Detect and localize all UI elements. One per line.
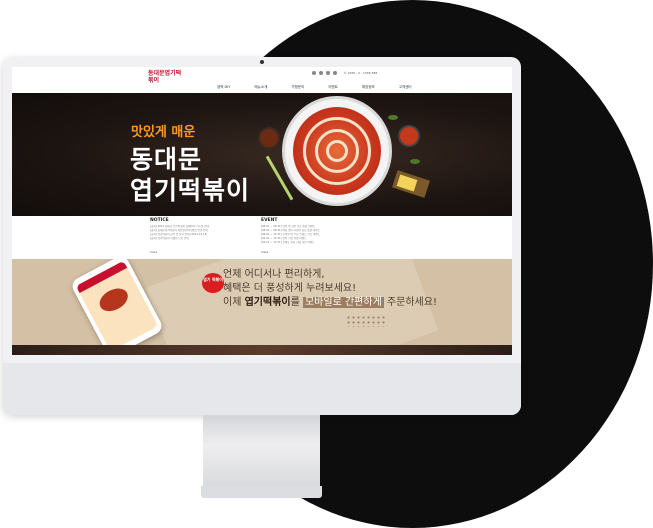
mobile-line1: 언제 어디서나 편리하게,	[223, 269, 325, 280]
banner-title-line2: 엽기떡볶이	[130, 176, 251, 205]
hero-banner: 맛있게 매운 동대문 엽기떡볶이	[12, 93, 512, 216]
notice-item[interactable]: [공지] 엽기떡볶이 가맹점 모집 안내	[150, 237, 258, 241]
event-more-link[interactable]: more	[261, 250, 268, 254]
tteokbokki-bowl-image	[285, 99, 389, 203]
notice-heading: NOTICE	[150, 218, 169, 223]
site-header: 동대문엽기떡볶이 ✆ 1588 - 0 - 1588 888 엽떡 DIY 메뉴…	[12, 67, 512, 93]
camera-icon	[260, 60, 264, 64]
notice-panel: NOTICE [공지] 2021 동대문 엽기떡볶이 홈페이지 리뉴얼 안내 […	[150, 218, 258, 241]
leaf-icon	[388, 115, 398, 120]
blog-icon[interactable]	[326, 71, 330, 75]
facebook-icon[interactable]	[312, 71, 316, 75]
banner-subtitle: 맛있게 매운	[131, 125, 196, 140]
nav-item-menu[interactable]: 메뉴소개	[254, 85, 267, 90]
monitor-stand	[203, 415, 320, 490]
bottom-banner-strip	[12, 345, 512, 355]
mobile-order-section: 엽기 떡볶이 언제 어디서나 편리하게, 혜택은 더 풍성하게 누려보세요! 이…	[12, 259, 512, 345]
mobile-highlight: 모바일로 간편하게	[302, 297, 384, 308]
event-item[interactable]: [05.01 ~ 12.31] 신메뉴 출시 기념 할인 이벤트	[261, 241, 369, 245]
board-section: NOTICE [공지] 2021 동대문 엽기떡볶이 홈페이지 리뉴얼 안내 […	[12, 216, 512, 259]
monitor-chin	[3, 363, 521, 415]
event-panel: EVENT [08.01 ~ 10.31] 엽떡 앱 할인 쿠폰 증정 이벤트 …	[261, 218, 369, 245]
utility-bar: ✆ 1588 - 0 - 1588 888	[312, 71, 377, 75]
chili-sauce-image	[400, 127, 418, 145]
mobile-line2: 혜택은 더 풍성하게 누려보세요!	[223, 283, 357, 294]
brand-name: 엽기떡볶이	[244, 297, 291, 308]
nav-item-diy[interactable]: 엽떡 DIY	[217, 85, 230, 90]
tel-number: ✆ 1588 - 0 - 1588 888	[344, 71, 378, 75]
instagram-icon[interactable]	[319, 71, 323, 75]
screen: 동대문엽기떡볶이 ✆ 1588 - 0 - 1588 888 엽떡 DIY 메뉴…	[12, 67, 512, 355]
nav-item-event[interactable]: 이벤트	[328, 85, 338, 90]
nav-item-store[interactable]: 매장정보	[362, 85, 375, 90]
nav-item-support[interactable]: 고객센터	[399, 85, 412, 90]
notice-more-link[interactable]: more	[150, 250, 157, 254]
event-heading: EVENT	[261, 218, 278, 223]
smartphone-image	[69, 259, 165, 345]
sauce-bowl-image	[260, 129, 278, 147]
dot-pattern	[346, 315, 386, 327]
main-nav: 엽떡 DIY 메뉴소개 가맹문의 이벤트 매장정보 고객센터	[217, 85, 412, 90]
brand-badge: 엽기 떡볶이	[202, 273, 224, 293]
nav-item-franchise[interactable]: 가맹문의	[291, 85, 304, 90]
monitor-stand-base	[201, 486, 322, 498]
youtube-icon[interactable]	[333, 71, 337, 75]
site-logo[interactable]: 동대문엽기떡볶이	[148, 70, 184, 86]
mobile-line3: 이제 엽기떡볶이를 모바일로 간편하게 주문하세요!	[223, 297, 437, 308]
leaf-icon	[410, 159, 420, 164]
monitor: 동대문엽기떡볶이 ✆ 1588 - 0 - 1588 888 엽떡 DIY 메뉴…	[3, 57, 521, 415]
